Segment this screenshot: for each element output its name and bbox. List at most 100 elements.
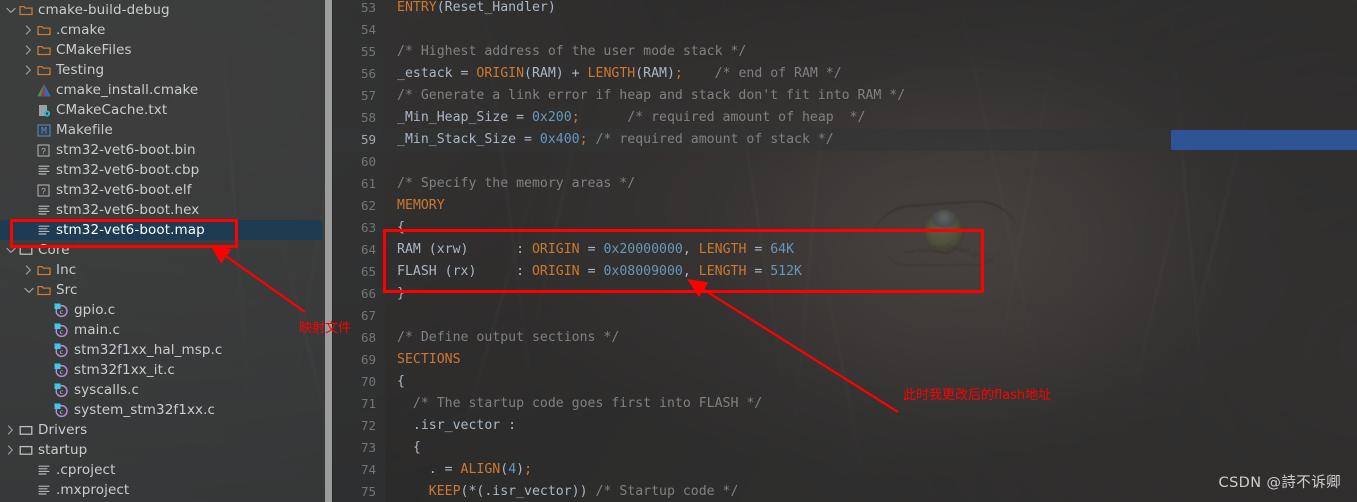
- line-number[interactable]: 64: [333, 239, 376, 261]
- tree-row-label: Testing: [56, 62, 105, 78]
- tree-row-cmake-build-debug[interactable]: cmake-build-debug: [0, 0, 333, 20]
- code-line[interactable]: _Min_Heap_Size = 0x200; /* required amou…: [397, 107, 865, 129]
- chevron-right-icon[interactable]: [4, 425, 17, 435]
- code-line[interactable]: }: [397, 283, 405, 305]
- tree-row-label: CMakeCache.txt: [56, 102, 168, 118]
- tree-row-main-c[interactable]: c main.c: [0, 320, 333, 340]
- tree-row-label: cmake-build-debug: [38, 2, 170, 18]
- ide-window: cmake-build-debug .cmake CMakeFiles Testing…: [0, 0, 1357, 502]
- tree-row-syscalls-c[interactable]: c syscalls.c: [0, 380, 333, 400]
- project-tree-panel[interactable]: cmake-build-debug .cmake CMakeFiles Testing…: [0, 0, 333, 502]
- line-number[interactable]: 73: [333, 437, 376, 459]
- tree-row-cmakecache-txt[interactable]: CMakeCache.txt: [0, 100, 333, 120]
- line-number[interactable]: 55: [333, 41, 376, 63]
- tree-row-cmakefiles[interactable]: CMakeFiles: [0, 40, 333, 60]
- tree-row-stm32f1xx-it-c[interactable]: c stm32f1xx_it.c: [0, 360, 333, 380]
- code-area[interactable]: ENTRY(Reset_Handler) /* Highest address o…: [385, 0, 1357, 502]
- tree-row-stm32f1xx-hal-msp-c[interactable]: c stm32f1xx_hal_msp.c: [0, 340, 333, 360]
- tree-row-testing[interactable]: Testing: [0, 60, 333, 80]
- line-number[interactable]: 59: [333, 129, 376, 151]
- tree-row-startup[interactable]: startup: [0, 440, 333, 460]
- token-k: ENTRY: [397, 0, 437, 15]
- line-number[interactable]: 69: [333, 349, 376, 371]
- chevron-down-icon[interactable]: [4, 7, 17, 14]
- tree-row-label: syscalls.c: [74, 382, 139, 398]
- chevron-right-icon[interactable]: [4, 445, 17, 455]
- line-number[interactable]: 58: [333, 107, 376, 129]
- code-line[interactable]: {: [397, 217, 405, 239]
- line-number[interactable]: 71: [333, 393, 376, 415]
- line-number[interactable]: 75: [333, 481, 376, 502]
- tree-row--cmake[interactable]: .cmake: [0, 20, 333, 40]
- tree-row-src[interactable]: Src: [0, 280, 333, 300]
- code-line[interactable]: _Min_Stack_Size = 0x400; /* required amo…: [397, 129, 834, 151]
- chevron-right-icon[interactable]: [22, 265, 35, 275]
- code-line[interactable]: _estack = ORIGIN(RAM) + LENGTH(RAM); /* …: [397, 63, 842, 85]
- code-line[interactable]: /* The startup code goes first into FLAS…: [397, 393, 762, 415]
- code-line[interactable]: /* Define output sections */: [397, 327, 619, 349]
- chevron-right-icon[interactable]: [22, 65, 35, 75]
- cmake-file-icon: [35, 83, 52, 97]
- line-number[interactable]: 66: [333, 283, 376, 305]
- code-line[interactable]: /* Generate a link error if heap and sta…: [397, 85, 905, 107]
- code-line[interactable]: SECTIONS: [397, 349, 461, 371]
- tree-row-makefile[interactable]: M Makefile: [0, 120, 333, 140]
- token-t: =: [746, 264, 771, 279]
- chevron-right-icon[interactable]: [22, 45, 35, 55]
- code-line[interactable]: ENTRY(Reset_Handler): [397, 0, 556, 19]
- chevron-down-icon[interactable]: [22, 287, 35, 294]
- code-editor[interactable]: 53 54 55 56 57 58 59 60 61 62 63 64 65 66 67 68 69 70 71 72…: [333, 0, 1357, 502]
- line-number[interactable]: 67: [333, 305, 376, 327]
- line-number[interactable]: 54: [333, 19, 376, 41]
- tree-row-stm32-vet6-boot-elf[interactable]: ? stm32-vet6-boot.elf: [0, 180, 333, 200]
- token-n: 4: [508, 462, 517, 477]
- line-number[interactable]: 68: [333, 327, 376, 349]
- code-line[interactable]: /* Specify the memory areas */: [397, 173, 635, 195]
- line-number[interactable]: 61: [333, 173, 376, 195]
- line-number[interactable]: 63: [333, 217, 376, 239]
- line-number[interactable]: 72: [333, 415, 376, 437]
- chevron-down-icon[interactable]: [4, 247, 17, 254]
- text-file-icon: [35, 204, 52, 216]
- tree-row-stm32-vet6-boot-hex[interactable]: stm32-vet6-boot.hex: [0, 200, 333, 220]
- tree-row-label: stm32f1xx_hal_msp.c: [74, 342, 223, 358]
- tree-row-inc[interactable]: Inc: [0, 260, 333, 280]
- line-number[interactable]: 74: [333, 459, 376, 481]
- line-number[interactable]: 65: [333, 261, 376, 283]
- unknown-file-icon: ?: [35, 184, 52, 197]
- chevron-right-icon[interactable]: [22, 25, 35, 35]
- tree-row-drivers[interactable]: Drivers: [0, 420, 333, 440]
- code-line[interactable]: {: [397, 437, 421, 459]
- code-line[interactable]: FLASH (rx) : ORIGIN = 0x08009000, LENGTH…: [397, 261, 802, 283]
- line-number[interactable]: 60: [333, 151, 376, 173]
- tree-row-cmake-install-cmake[interactable]: cmake_install.cmake: [0, 80, 333, 100]
- token-k: LENGTH: [698, 242, 747, 257]
- code-line[interactable]: KEEP(*(.isr_vector)) /* Startup code */: [397, 481, 739, 502]
- code-line[interactable]: {: [397, 371, 405, 393]
- tree-row-core[interactable]: Core: [0, 240, 333, 260]
- tree-row-stm32-vet6-boot-cbp[interactable]: stm32-vet6-boot.cbp: [0, 160, 333, 180]
- text-file-icon: [35, 224, 52, 236]
- token-t: [588, 132, 596, 147]
- tree-row-gpio-c[interactable]: c gpio.c: [0, 300, 333, 320]
- line-number[interactable]: 53: [333, 0, 376, 19]
- line-number[interactable]: 56: [333, 63, 376, 85]
- line-number[interactable]: 62: [333, 195, 376, 217]
- code-line[interactable]: .isr_vector :: [397, 415, 516, 437]
- sidebar-scrollbar[interactable]: [325, 0, 332, 502]
- tree-row-stm32-vet6-boot-map[interactable]: stm32-vet6-boot.map: [0, 220, 322, 240]
- code-line[interactable]: MEMORY: [397, 195, 445, 217]
- tree-row-label: system_stm32f1xx.c: [74, 402, 216, 418]
- tree-row-system-stm32f1xx-c[interactable]: c system_stm32f1xx.c: [0, 400, 333, 420]
- tree-row-stm32-vet6-boot-bin[interactable]: ? stm32-vet6-boot.bin: [0, 140, 333, 160]
- tree-row-label: Makefile: [56, 122, 113, 138]
- code-line[interactable]: RAM (xrw) : ORIGIN = 0x20000000, LENGTH …: [397, 239, 794, 261]
- tree-row-label: stm32f1xx_it.c: [74, 362, 175, 378]
- line-number[interactable]: 57: [333, 85, 376, 107]
- line-number[interactable]: 70: [333, 371, 376, 393]
- tree-row--mxproject[interactable]: .mxproject: [0, 480, 333, 500]
- line-number-gutter[interactable]: 53 54 55 56 57 58 59 60 61 62 63 64 65 66 67 68 69 70 71 72…: [333, 0, 385, 502]
- code-line[interactable]: . = ALIGN(4);: [397, 459, 532, 481]
- tree-row--cproject[interactable]: .cproject: [0, 460, 333, 480]
- code-line[interactable]: /* Highest address of the user mode stac…: [397, 41, 746, 63]
